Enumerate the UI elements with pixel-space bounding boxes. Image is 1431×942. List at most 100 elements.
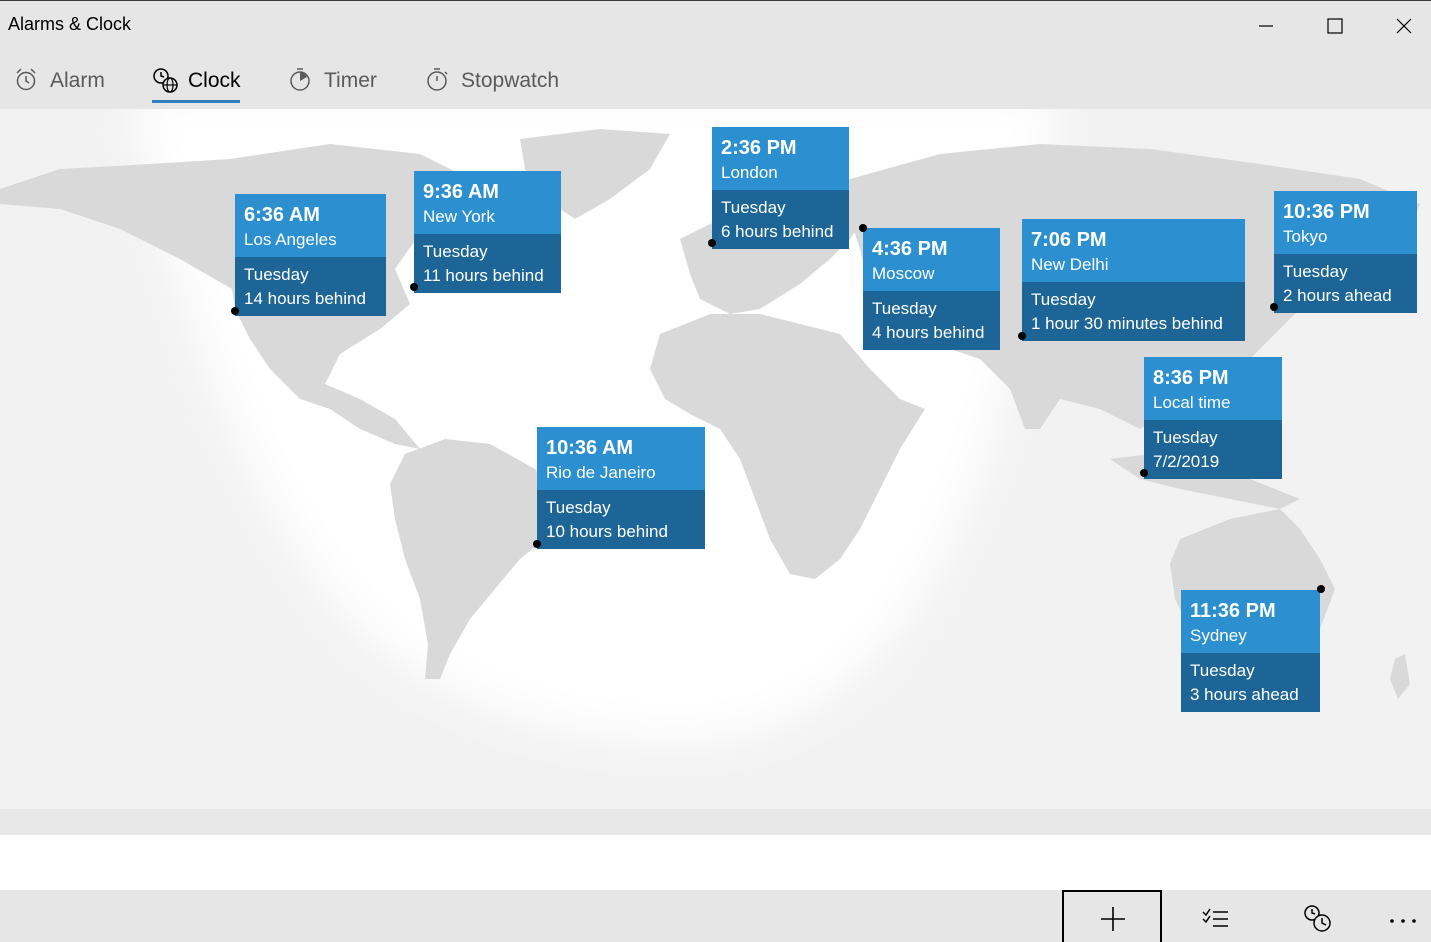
clock-difference: 14 hours behind [244,289,366,308]
clock-day: Tuesday [423,242,488,261]
world-map: 6:36 AM Los Angeles Tuesday 14 hours beh… [0,109,1431,835]
clock-city: London [721,163,778,182]
location-pin [1018,332,1026,340]
card-footer: Tuesday 3 hours ahead [1181,653,1320,712]
card-header: 6:36 AM Los Angeles [235,194,386,257]
compare-button[interactable] [1266,890,1366,942]
clock-day: Tuesday [1190,661,1255,680]
card-header: 10:36 PM Tokyo [1274,191,1417,254]
clock-difference: 2 hours ahead [1283,286,1392,305]
clock-day: Tuesday [872,299,937,318]
clock-time: 4:36 PM [872,238,948,260]
card-header: 4:36 PM Moscow [863,228,1000,291]
app-window: Alarms & Clock Alarm Clock Timer Stopwat… [0,0,1431,942]
maximize-icon [1327,18,1343,34]
clock-city: Local time [1153,393,1231,412]
location-pin [410,283,418,291]
title-bar: Alarms & Clock [0,1,1431,51]
card-footer: Tuesday 6 hours behind [712,190,849,249]
clock-card-london[interactable]: 2:36 PM London Tuesday 6 hours behind [712,127,849,249]
location-pin [859,224,867,232]
app-title: Alarms & Clock [8,14,132,34]
active-tab-indicator [152,100,240,103]
clock-day: Tuesday [546,498,611,517]
clock-city: Moscow [872,264,935,283]
clock-difference: 10 hours behind [546,522,668,541]
more-icon [1390,919,1416,923]
content-spacer [0,835,1431,890]
clock-time: 8:36 PM [1153,367,1229,389]
tab-timer[interactable]: Timer [288,65,380,105]
clock-card-tokyo[interactable]: 10:36 PM Tokyo Tuesday 2 hours ahead [1274,191,1417,313]
location-pin [1140,469,1148,477]
clock-time: 9:36 AM [423,181,499,203]
card-footer: Tuesday 11 hours behind [414,234,561,293]
card-footer: Tuesday 4 hours behind [863,291,1000,350]
clock-time: 2:36 PM [721,137,797,159]
clock-day: Tuesday [1283,262,1348,281]
location-pin [533,540,541,548]
plus-icon [1101,907,1125,931]
card-header: 8:36 PM Local time [1144,357,1282,420]
stopwatch-icon [427,68,448,91]
clock-city: Rio de Janeiro [546,463,656,482]
clock-card-new-delhi[interactable]: 7:06 PM New Delhi Tuesday 1 hour 30 minu… [1022,219,1245,341]
clock-difference: 1 hour 30 minutes behind [1031,314,1223,333]
location-pin [708,239,716,247]
clock-card-rio-de-janeiro[interactable]: 10:36 AM Rio de Janeiro Tuesday 10 hours… [537,427,705,549]
card-header: 11:36 PM Sydney [1181,590,1320,653]
card-footer: Tuesday 2 hours ahead [1274,254,1417,313]
clock-city: New York [423,207,495,226]
tab-alarm-label: Alarm [50,69,105,92]
clock-difference: 3 hours ahead [1190,685,1299,704]
tab-timer-label: Timer [324,69,377,92]
world-clock-icon [153,68,178,93]
add-button[interactable] [1062,890,1162,942]
clock-card-moscow[interactable]: 4:36 PM Moscow Tuesday 4 hours behind [863,228,1000,350]
tab-bar: Alarm Clock Timer Stopwatch [0,57,1431,109]
clock-card-local-time[interactable]: 8:36 PM Local time Tuesday 7/2/2019 [1144,357,1282,479]
tab-clock-label: Clock [188,69,241,92]
minimize-button[interactable] [1232,1,1300,49]
clock-time: 6:36 AM [244,204,320,226]
maximize-button[interactable] [1301,1,1369,49]
clock-difference: 11 hours behind [423,266,544,285]
clock-date: 7/2/2019 [1153,452,1220,471]
close-button[interactable] [1370,1,1431,49]
clock-card-sydney[interactable]: 11:36 PM Sydney Tuesday 3 hours ahead [1181,590,1320,712]
checklist-icon [1202,908,1228,927]
card-header: 9:36 AM New York [414,171,561,234]
clock-city: Tokyo [1283,227,1328,246]
clock-card-los-angeles[interactable]: 6:36 AM Los Angeles Tuesday 14 hours beh… [235,194,386,316]
clock-time: 10:36 PM [1283,201,1370,223]
clock-city: New Delhi [1031,255,1109,274]
compare-clock-icon [1304,905,1331,932]
location-pin [1317,585,1325,593]
more-button[interactable] [1367,890,1431,942]
tab-stopwatch[interactable]: Stopwatch [425,65,565,105]
card-header: 10:36 AM Rio de Janeiro [537,427,705,490]
location-pin [1270,303,1278,311]
minimize-icon [1259,25,1273,27]
timer-icon [290,68,310,91]
alarm-clock-icon [16,68,36,91]
clock-card-new-york[interactable]: 9:36 AM New York Tuesday 11 hours behind [414,171,561,293]
clock-city: Los Angeles [244,230,337,249]
location-pin [231,307,239,315]
card-footer: Tuesday 14 hours behind [235,257,386,316]
tab-clock[interactable]: Clock [152,65,242,105]
tab-stopwatch-label: Stopwatch [461,69,560,92]
command-bar [0,890,1431,942]
clock-time: 10:36 AM [546,437,634,459]
clock-difference: 6 hours behind [721,222,834,241]
tab-alarm[interactable]: Alarm [14,65,108,105]
card-footer: Tuesday 10 hours behind [537,490,705,549]
clock-time: 7:06 PM [1031,229,1107,251]
card-header: 7:06 PM New Delhi [1022,219,1245,282]
clock-day: Tuesday [1031,290,1096,309]
select-button[interactable] [1165,890,1265,942]
clock-day: Tuesday [1153,428,1218,447]
clock-time: 11:36 PM [1190,600,1276,622]
clock-city: Sydney [1190,626,1247,645]
card-header: 2:36 PM London [712,127,849,190]
